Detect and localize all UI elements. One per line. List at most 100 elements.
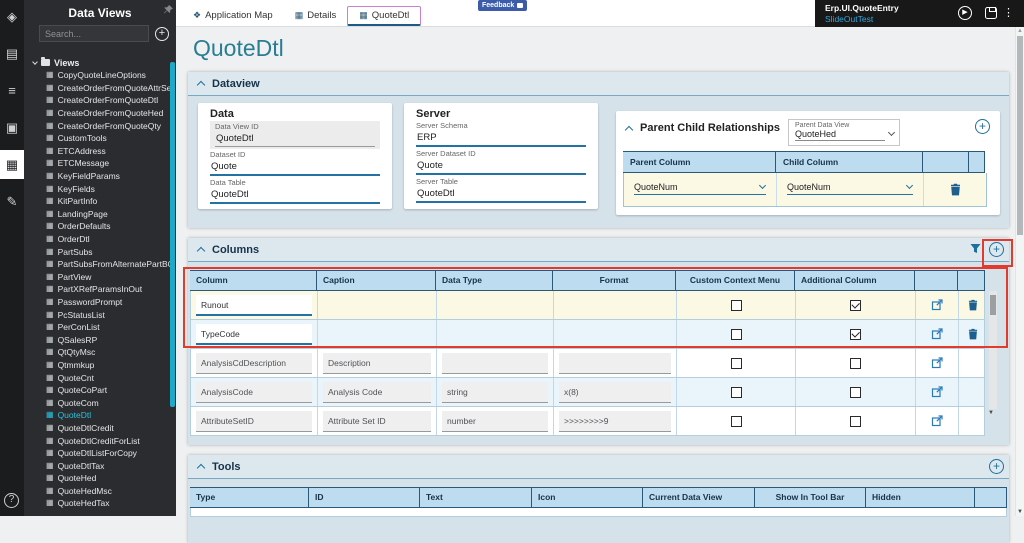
tree-item[interactable]: ▦ QuoteHedMsc — [24, 485, 170, 498]
text-field[interactable]: Server Table QuoteDtl — [416, 177, 586, 204]
text-field[interactable]: Dataset ID Quote — [210, 150, 380, 177]
collapse-chevron-icon[interactable] — [624, 125, 634, 135]
tree-item[interactable]: ▦ QuoteCnt — [24, 371, 170, 384]
tree-item[interactable]: ▦ KeyFields — [24, 182, 170, 195]
custom-context-menu-checkbox[interactable] — [730, 328, 742, 340]
tree-item[interactable]: ▦ QuoteDtlListForCopy — [24, 447, 170, 460]
custom-context-menu-checkbox[interactable] — [730, 299, 742, 311]
column-header[interactable]: Current Data View — [643, 487, 755, 508]
edit-icon[interactable] — [931, 299, 943, 311]
tree-item[interactable]: ▦ QuoteCoPart — [24, 384, 170, 397]
feedback-button[interactable]: Feedback — [478, 0, 528, 11]
edit-icon[interactable] — [931, 328, 943, 340]
components-icon[interactable]: ▣ — [0, 113, 24, 142]
table-scrollbar[interactable] — [989, 291, 997, 409]
tree-item[interactable]: ▦ QuoteDtlTax — [24, 459, 170, 472]
text-field[interactable]: Data Table QuoteDtl — [210, 178, 380, 205]
column-header[interactable]: Child Column — [776, 151, 923, 173]
tree-item[interactable]: ▦ CreateOrderFromQuoteHed — [24, 107, 170, 120]
tree-item[interactable]: ▦ QtQtyMsc — [24, 346, 170, 359]
delete-icon[interactable] — [968, 328, 978, 340]
column-header[interactable]: Text — [420, 487, 532, 508]
scrollbar-thumb[interactable] — [1017, 36, 1023, 235]
tree-item[interactable]: ▦ KitPartInfo — [24, 195, 170, 208]
column-header[interactable] — [915, 270, 958, 291]
tree-scrollbar[interactable] — [170, 62, 175, 407]
tree-item[interactable]: ▦ QuoteHed — [24, 472, 170, 485]
column-header[interactable] — [969, 151, 985, 173]
column-name-cell[interactable]: AnalysisCode — [196, 381, 312, 403]
data-views-icon[interactable]: ▦ — [0, 150, 24, 179]
column-header[interactable]: Type — [190, 487, 309, 508]
tree-item[interactable]: ▦ KeyFieldParams — [24, 170, 170, 183]
delete-icon[interactable] — [968, 299, 978, 311]
kebab-menu-icon[interactable]: ⋮ — [1003, 7, 1014, 20]
edit-icon[interactable] — [931, 357, 943, 369]
add-column-button[interactable]: + — [989, 242, 1004, 257]
tree-item[interactable]: ▦ OrderDtl — [24, 233, 170, 246]
tree-item[interactable]: ▦ QSalesRP — [24, 333, 170, 346]
add-relationship-button[interactable]: + — [975, 119, 990, 134]
preview-play-icon[interactable]: ▶ — [958, 6, 972, 20]
column-header[interactable]: Additional Column — [795, 270, 915, 291]
tab[interactable]: ▦ QuoteDtl — [347, 5, 422, 26]
column-header[interactable]: Parent Column — [623, 151, 776, 173]
column-header[interactable]: Icon — [532, 487, 643, 508]
column-header[interactable]: Show In Tool Bar — [755, 487, 866, 508]
custom-context-menu-checkbox[interactable] — [730, 357, 742, 369]
tree-item[interactable]: ▦ PerConList — [24, 321, 170, 334]
tree-item[interactable]: ▦ QuoteDtlCreditForList — [24, 434, 170, 447]
tree-item[interactable]: ▦ PasswordPrompt — [24, 296, 170, 309]
tree-item[interactable]: ▦ CustomTools — [24, 132, 170, 145]
tree-item[interactable]: ▦ PartSubs — [24, 245, 170, 258]
column-header[interactable] — [958, 270, 985, 291]
column-header[interactable]: Custom Context Menu — [676, 270, 795, 291]
collapse-chevron-icon[interactable] — [196, 463, 206, 473]
tree-item[interactable]: ▦ CreateOrderFromQuoteQty — [24, 119, 170, 132]
additional-column-checkbox[interactable] — [850, 357, 861, 369]
column-name-cell[interactable]: Runout — [196, 294, 312, 316]
tree-item[interactable]: ▦ Qtmmkup — [24, 359, 170, 372]
add-tool-button[interactable]: + — [989, 459, 1004, 474]
custom-context-menu-checkbox[interactable] — [730, 386, 742, 398]
document-edit-icon[interactable]: ✎ — [0, 187, 24, 216]
tree-item[interactable]: ▦ ETCAddress — [24, 145, 170, 158]
text-field[interactable]: Data View ID QuoteDtl — [210, 121, 380, 149]
additional-column-checkbox[interactable] — [850, 299, 861, 311]
app-subtitle[interactable]: SlideOutTest — [825, 14, 873, 24]
column-header[interactable]: Hidden — [866, 487, 975, 508]
tree-item[interactable]: ▦ PcStatusList — [24, 308, 170, 321]
column-header[interactable]: Format — [553, 270, 676, 291]
search-input[interactable] — [39, 25, 149, 42]
column-name-cell[interactable]: AttributeSetID — [196, 410, 312, 432]
tree-item[interactable]: ▦ CreateOrderFromQuoteAttrSet — [24, 82, 170, 95]
column-header[interactable]: ID — [309, 487, 420, 508]
tree-item[interactable]: ▦ QuoteDtlCredit — [24, 422, 170, 435]
tree-item[interactable]: ▦ ETCMessage — [24, 157, 170, 170]
edit-icon[interactable] — [931, 386, 943, 398]
tab[interactable]: ▦ Details — [284, 6, 348, 26]
delete-icon[interactable] — [950, 183, 961, 196]
tree-item[interactable]: ▦ CreateOrderFromQuoteDtl — [24, 94, 170, 107]
main-scrollbar[interactable]: ▲ ▼ — [1015, 27, 1024, 516]
tree-item[interactable]: ▦ PartView — [24, 271, 170, 284]
add-view-icon[interactable]: + — [155, 26, 169, 41]
additional-column-checkbox[interactable] — [850, 328, 861, 340]
scroll-down-arrow[interactable]: ▼ — [1017, 509, 1023, 515]
tree-item[interactable]: ▦ QuoteDtl — [24, 409, 170, 422]
layers-icon[interactable]: ◈ — [0, 2, 24, 31]
column-header[interactable]: Column — [190, 270, 317, 291]
filter-icon[interactable] — [970, 241, 981, 259]
custom-context-menu-checkbox[interactable] — [730, 415, 742, 427]
tree-item[interactable]: ▦ CopyQuoteLineOptions — [24, 69, 170, 82]
column-header[interactable]: Caption — [317, 270, 436, 291]
checklist-icon[interactable]: ≡ — [0, 76, 24, 105]
column-name-cell[interactable]: AnalysisCdDescription — [196, 352, 312, 374]
column-header[interactable]: Data Type — [436, 270, 553, 291]
collapse-chevron-icon[interactable] — [196, 246, 206, 256]
edit-icon[interactable] — [931, 415, 943, 427]
parent-column-select[interactable]: QuoteNum — [634, 181, 767, 195]
scroll-down-arrow[interactable]: ▼ — [988, 410, 994, 416]
column-header[interactable] — [923, 151, 969, 173]
tree-root-views[interactable]: Views — [24, 56, 170, 69]
